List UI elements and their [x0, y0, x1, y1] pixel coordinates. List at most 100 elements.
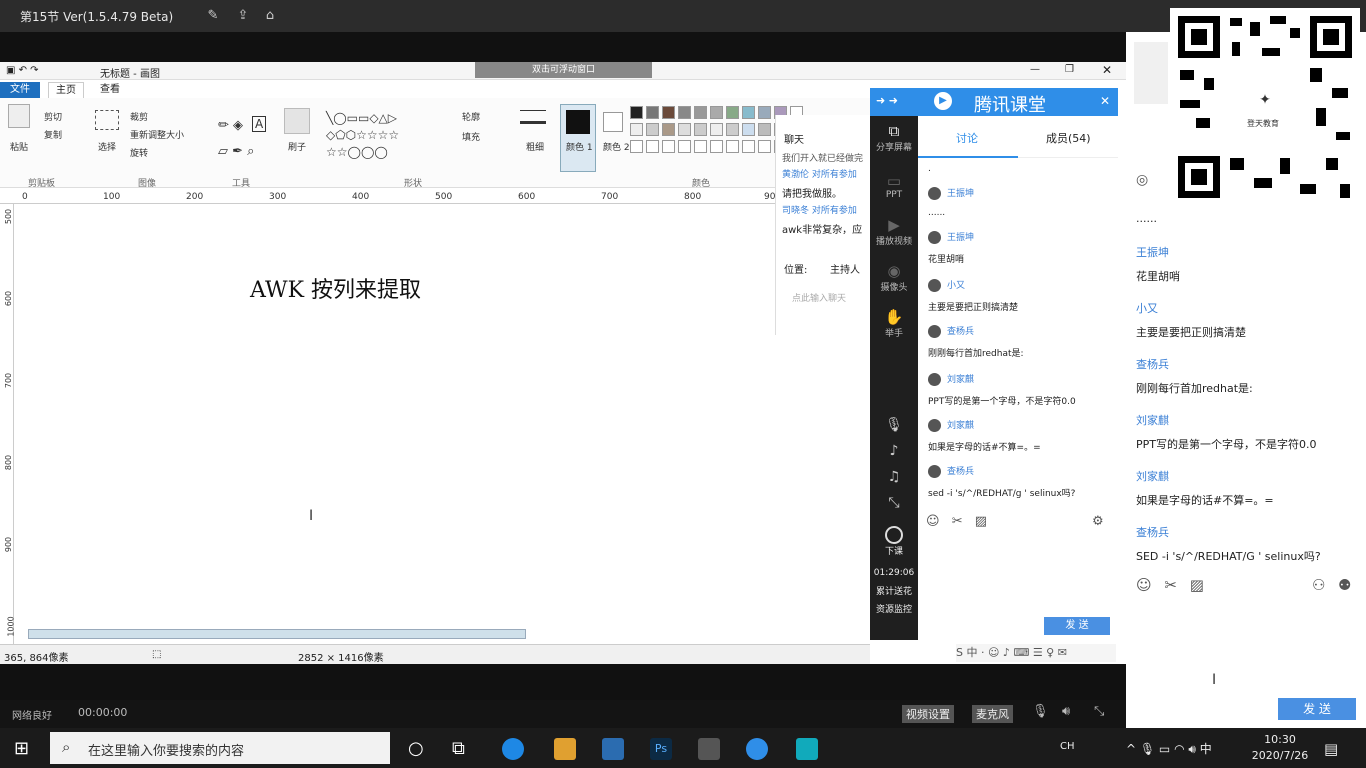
user-icon[interactable]: ⚉ [1338, 576, 1351, 594]
cut-button[interactable]: 剪切 [44, 110, 62, 123]
chat-input[interactable]: 点此输入聊天 [792, 291, 868, 304]
tab-members[interactable]: 成员(54) [1046, 130, 1091, 146]
file-explorer-icon[interactable] [554, 738, 576, 760]
ime-toolbar[interactable]: S 中 · ☺ ♪ ⌨ ☰ ♀ ✉ [956, 644, 1116, 662]
edge-icon[interactable] [502, 738, 524, 760]
resize-button[interactable]: 重新调整大小 [130, 128, 184, 141]
scissors-icon[interactable]: ✂ [952, 514, 963, 529]
camera-button[interactable]: ◉ 摄像头 [870, 262, 918, 293]
save-icon[interactable]: ▣ ↶ ↷ [6, 65, 39, 76]
color-swatch[interactable] [710, 106, 723, 119]
end-class-button[interactable]: 下课 [870, 526, 918, 557]
color-swatch[interactable] [678, 106, 691, 119]
color-swatch[interactable] [662, 140, 675, 153]
taskbar-search[interactable]: ⌕ 在这里输入你要搜索的内容 [50, 732, 390, 764]
minimize-button[interactable]: — [1030, 64, 1040, 75]
notification-icon[interactable]: ▤ [1324, 740, 1338, 758]
emoji-icon[interactable]: ☺ [926, 514, 940, 529]
size-button[interactable]: 粗细 [526, 140, 544, 153]
windows-start-icon[interactable]: ⊞ [14, 738, 29, 759]
fill-button[interactable]: 填充 [462, 130, 480, 143]
color-swatch[interactable] [694, 123, 707, 136]
taskbar-clock[interactable]: 10:30 2020/7/26 [1240, 732, 1320, 764]
color-swatch[interactable] [630, 123, 643, 136]
rotate-button[interactable]: 旋转 [130, 146, 148, 159]
shapes-gallery[interactable]: ╲◯▭▭◇△▷ ◇⬠⬡☆☆☆☆ ☆☆◯◯◯ [326, 110, 399, 161]
menu-home[interactable]: 主页 [48, 82, 84, 98]
color-swatch[interactable] [662, 106, 675, 119]
color-swatch[interactable] [646, 140, 659, 153]
menu-file[interactable]: 文件 [0, 82, 40, 98]
color-swatch[interactable] [630, 106, 643, 119]
outline-button[interactable]: 轮廓 [462, 110, 480, 123]
eraser-icon[interactable]: ▱ ✒ ⌕ [218, 144, 254, 159]
color-swatch[interactable] [726, 140, 739, 153]
photoshop-icon[interactable]: Ps [650, 738, 672, 760]
paste-button[interactable]: 粘贴 [10, 140, 28, 153]
color-swatch[interactable] [710, 140, 723, 153]
color-swatch[interactable] [678, 123, 691, 136]
emoji-icon[interactable]: ☺ [1136, 576, 1152, 594]
copy-button[interactable]: 复制 [44, 128, 62, 141]
close-button[interactable]: ✕ [1102, 63, 1112, 77]
brush-button[interactable]: 刷子 [288, 140, 306, 153]
color-swatch[interactable] [742, 106, 755, 119]
video-settings-button[interactable]: 视频设置 [902, 705, 954, 723]
image-icon[interactable]: ▨ [1190, 576, 1204, 594]
fullscreen-icon[interactable]: ⤡ [1094, 704, 1104, 719]
send-button[interactable]: 发 送 [1044, 617, 1110, 635]
color-swatch[interactable] [662, 123, 675, 136]
right-send-button[interactable]: 发 送 [1278, 698, 1356, 720]
color-swatch[interactable] [758, 140, 771, 153]
mute-icon[interactable]: 🎙︎ [1032, 704, 1049, 719]
scissors-icon[interactable]: ✂ [1164, 576, 1177, 594]
home-icon[interactable]: ⌂ [262, 8, 278, 24]
gear-icon[interactable]: ⚙ [1092, 514, 1104, 529]
app-icon[interactable] [698, 738, 720, 760]
select-icon[interactable] [95, 110, 119, 130]
color-swatch[interactable] [742, 123, 755, 136]
host-label[interactable]: 主持人 [830, 261, 860, 276]
lang-indicator[interactable]: CH [1060, 741, 1075, 752]
size-icon[interactable] [520, 110, 546, 124]
hand-button[interactable]: ✋ 举手 [870, 308, 918, 339]
video-button[interactable]: ▶ 播放视频 [870, 216, 918, 247]
color-swatch[interactable] [694, 140, 707, 153]
select-button[interactable]: 选择 [98, 140, 116, 153]
color-swatch[interactable] [726, 106, 739, 119]
arrow-icons[interactable]: ➜ ➜ [876, 94, 898, 107]
text-tool-icon[interactable]: A [252, 116, 267, 132]
color-swatch[interactable] [630, 140, 643, 153]
color2-swatch[interactable] [603, 112, 623, 132]
horizontal-scrollbar[interactable] [28, 629, 526, 639]
color-swatch[interactable] [726, 123, 739, 136]
color-swatch[interactable] [758, 106, 771, 119]
share-screen-button[interactable]: ⧉ 分享屏幕 [870, 122, 918, 153]
ppt-button[interactable]: ▭ PPT [870, 172, 918, 200]
paste-icon[interactable] [8, 104, 30, 128]
close-icon[interactable]: ✕ [1100, 94, 1110, 108]
color-swatch[interactable] [742, 140, 755, 153]
share-icon[interactable]: ⇪ [235, 8, 251, 24]
mic-button[interactable]: 麦克风 [972, 705, 1013, 723]
task-view-icon[interactable]: ⧉ [452, 738, 465, 759]
tray-icons[interactable]: ^ 🎙︎ ▭ ◠ 🔊︎ 中 [1126, 740, 1212, 757]
cortana-icon[interactable]: ○ [408, 738, 424, 759]
mail-icon[interactable] [602, 738, 624, 760]
color-swatch[interactable] [678, 140, 691, 153]
edit-icon[interactable]: ✎ [205, 8, 221, 24]
user-add-icon[interactable]: ⚇ [1312, 576, 1325, 594]
drawing-canvas[interactable] [14, 204, 870, 628]
mic-icon[interactable]: 🎙︎ ♪ ♫ ⤡ [870, 412, 918, 516]
color-swatch[interactable] [646, 106, 659, 119]
maximize-button[interactable]: ❐ [1065, 64, 1074, 75]
color-swatch[interactable] [758, 123, 771, 136]
tencent-class-icon[interactable] [746, 738, 768, 760]
resource-monitor[interactable]: 资源监控 [870, 602, 918, 615]
color-swatch[interactable] [646, 123, 659, 136]
brush-icon[interactable] [284, 108, 310, 134]
crop-button[interactable]: 裁剪 [130, 110, 148, 123]
volume-icon[interactable]: 🔊︎ [1062, 704, 1070, 719]
color-swatch[interactable] [710, 123, 723, 136]
menu-view[interactable]: 查看 [92, 82, 128, 98]
